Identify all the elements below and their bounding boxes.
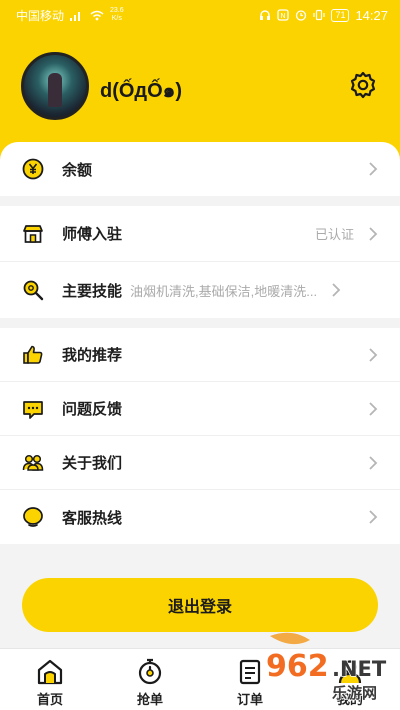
menu-item-label: 我的推荐 — [62, 347, 123, 364]
tab-label: 抢单 — [136, 692, 163, 707]
stopwatch-icon — [138, 658, 162, 685]
more-options-card: 我的推荐 问题反馈 关于我们 客服热线 — [0, 328, 400, 544]
yen-coin-icon — [22, 158, 44, 180]
menu-item-label: 余额 — [62, 161, 93, 179]
shop-icon — [23, 224, 43, 243]
chevron-right-icon — [369, 226, 378, 241]
menu-item-label: 主要技能 — [62, 282, 123, 300]
menu-item-feedback[interactable]: 问题反馈 — [0, 382, 400, 436]
carrier-name: 中国移动 — [16, 8, 65, 23]
watermark-domain: .NET — [332, 657, 387, 681]
tab-grab-order[interactable]: 抢单 — [100, 649, 200, 710]
menu-item-about-us[interactable]: 关于我们 — [0, 436, 400, 490]
watermark-logo: 962 .NET 乐游网 — [265, 632, 388, 703]
search-key-icon — [23, 280, 44, 301]
tab-home[interactable]: 首页 — [0, 649, 100, 710]
status-bar: 中国移动 23.6 K/s N 71 14:27 — [0, 0, 400, 30]
alarm-icon — [296, 10, 307, 21]
tab-label: 订单 — [236, 692, 263, 707]
chevron-right-icon — [369, 455, 378, 470]
master-info-card: 师傅入驻 已认证 主要技能 油烟机清洗,基础保洁,地暖清洗... — [0, 206, 400, 318]
chevron-right-icon — [369, 510, 378, 524]
chevron-right-icon — [332, 283, 341, 297]
battery-level: 71 — [335, 9, 346, 20]
balance-card: 余额 — [0, 142, 400, 196]
avatar[interactable] — [21, 52, 89, 120]
chevron-right-icon — [369, 347, 378, 362]
menu-item-main-skills[interactable]: 主要技能 油烟机清洗,基础保洁,地暖清洗... — [0, 262, 400, 318]
watermark-subtext: 乐游网 — [332, 684, 377, 702]
menu-item-master-entry[interactable]: 师傅入驻 已认证 — [0, 206, 400, 262]
chat-bubble-icon — [23, 507, 43, 527]
signal-icon — [70, 11, 81, 21]
menu-item-balance[interactable]: 余额 — [0, 142, 400, 196]
thumbs-up-icon — [23, 345, 43, 364]
skills-summary: 油烟机清洗,基础保洁,地暖清洗... — [130, 283, 318, 299]
menu-item-label: 客服热线 — [62, 509, 123, 527]
network-speed-unit: K/s — [111, 15, 122, 22]
message-icon — [23, 400, 43, 419]
home-icon — [37, 659, 63, 685]
svg-text:N: N — [281, 12, 286, 20]
certification-status: 已认证 — [314, 227, 354, 242]
battery-icon: 71 — [331, 8, 350, 22]
gear-icon[interactable] — [348, 70, 378, 100]
network-speed: 23.6 K/s — [110, 7, 124, 23]
wifi-icon — [90, 10, 104, 20]
network-speed-value: 23.6 — [110, 7, 124, 14]
watermark-number: 962 — [266, 649, 329, 684]
headset-icon — [260, 10, 271, 20]
menu-item-label: 关于我们 — [62, 455, 123, 472]
vibrate-icon — [313, 9, 326, 21]
username: d(ỐдỐ๑) — [100, 80, 183, 102]
menu-item-label: 师傅入驻 — [62, 226, 123, 243]
menu-item-hotline[interactable]: 客服热线 — [0, 490, 400, 544]
chevron-right-icon — [369, 162, 378, 176]
menu-item-label: 问题反馈 — [62, 401, 123, 418]
nfc-icon: N — [277, 9, 290, 21]
menu-item-my-referrals[interactable]: 我的推荐 — [0, 328, 400, 382]
tab-label: 首页 — [36, 692, 63, 707]
clock: 14:27 — [355, 7, 388, 23]
group-icon — [22, 454, 44, 471]
order-icon — [239, 659, 261, 685]
logout-button[interactable]: 退出登录 — [22, 578, 378, 632]
chevron-right-icon — [369, 401, 378, 416]
